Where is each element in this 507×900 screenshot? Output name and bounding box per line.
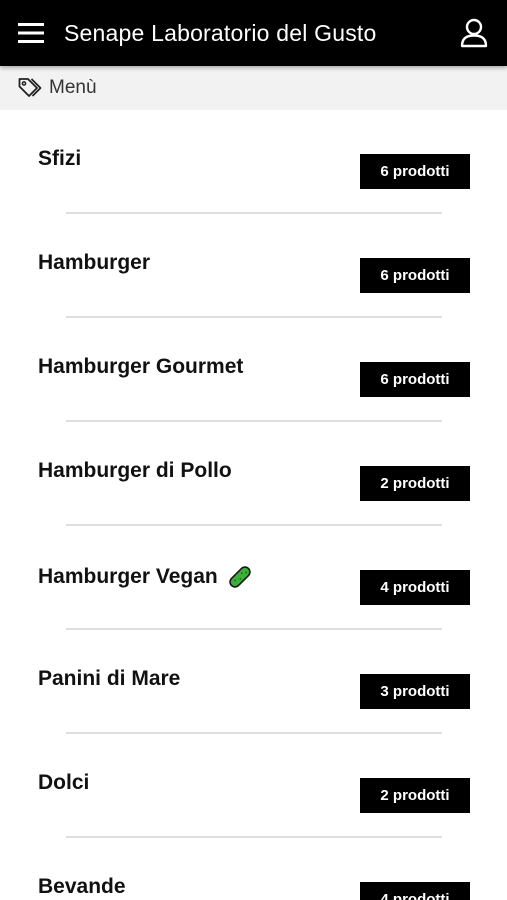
category-name: Panini di Mare bbox=[38, 667, 181, 690]
category-name: Sfizi bbox=[38, 147, 82, 170]
list-item[interactable]: Bevande 4 prodotti bbox=[0, 838, 507, 900]
category-name: Hamburger Gourmet bbox=[38, 355, 244, 378]
list-item[interactable]: Panini di Mare 3 prodotti bbox=[0, 630, 507, 734]
pickle-icon bbox=[226, 563, 254, 591]
product-count-badge: 4 prodotti bbox=[360, 570, 470, 605]
user-icon[interactable] bbox=[457, 16, 491, 50]
hamburger-menu-icon[interactable] bbox=[16, 18, 46, 48]
list-item[interactable]: Hamburger 6 prodotti bbox=[0, 214, 507, 318]
product-count-badge: 6 prodotti bbox=[360, 154, 470, 189]
list-item[interactable]: Sfizi 6 prodotti bbox=[0, 110, 507, 214]
category-name: Hamburger bbox=[38, 251, 151, 274]
product-count-badge: 2 prodotti bbox=[360, 778, 470, 813]
app-root: Senape Laboratorio del Gusto Menù Sfizi … bbox=[0, 0, 507, 900]
top-app-bar: Senape Laboratorio del Gusto bbox=[0, 0, 507, 66]
list-item[interactable]: Hamburger di Pollo 2 prodotti bbox=[0, 422, 507, 526]
app-title: Senape Laboratorio del Gusto bbox=[64, 19, 377, 46]
category-name: Hamburger Vegan bbox=[38, 563, 254, 591]
breadcrumb-label: Menù bbox=[49, 77, 97, 98]
list-item[interactable]: Dolci 2 prodotti bbox=[0, 734, 507, 838]
product-count-badge: 2 prodotti bbox=[360, 466, 470, 501]
product-count-badge: 6 prodotti bbox=[360, 258, 470, 293]
product-count-badge: 4 prodotti bbox=[360, 882, 470, 900]
category-name: Bevande bbox=[38, 875, 126, 898]
breadcrumb: Menù bbox=[0, 66, 507, 110]
category-name: Hamburger di Pollo bbox=[38, 459, 232, 482]
category-list: Sfizi 6 prodotti Hamburger 6 prodotti Ha… bbox=[0, 110, 507, 900]
tag-icon bbox=[18, 76, 44, 100]
product-count-badge: 3 prodotti bbox=[360, 674, 470, 709]
category-name: Dolci bbox=[38, 771, 90, 794]
list-item[interactable]: Hamburger Vegan 4 prodotti bbox=[0, 526, 507, 630]
list-item[interactable]: Hamburger Gourmet 6 prodotti bbox=[0, 318, 507, 422]
product-count-badge: 6 prodotti bbox=[360, 362, 470, 397]
